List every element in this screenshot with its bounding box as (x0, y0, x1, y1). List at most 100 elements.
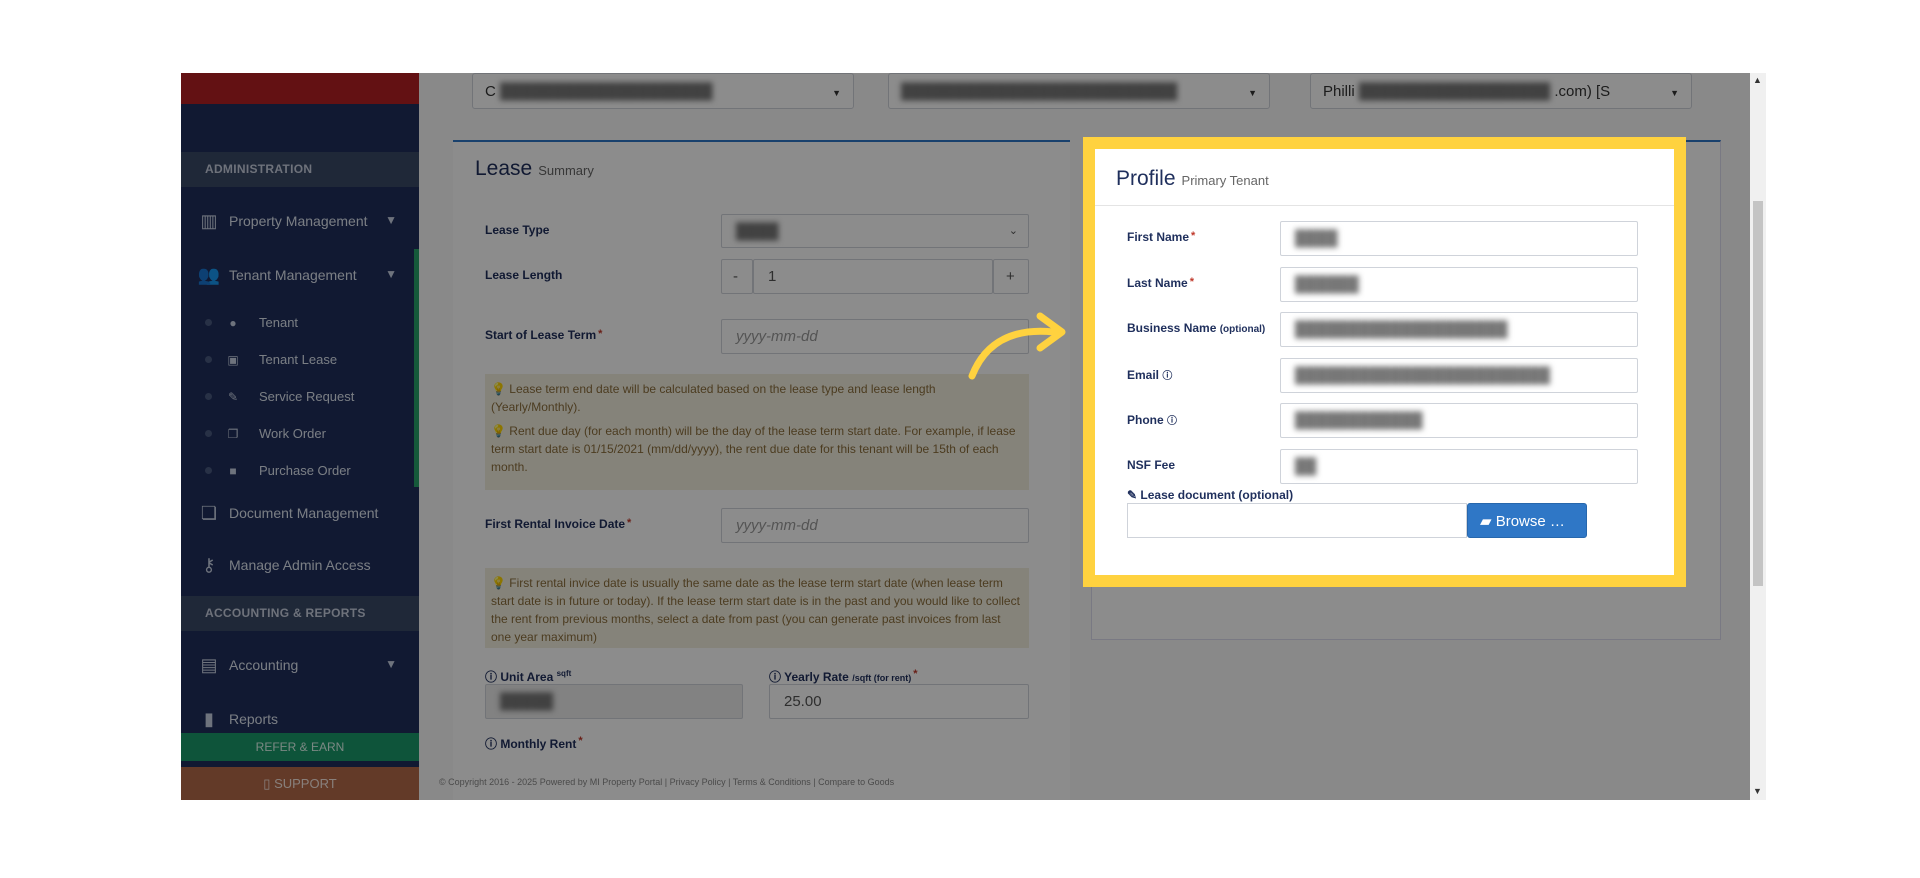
section-administration: ADMINISTRATION (181, 152, 419, 187)
phone-input[interactable]: ████████████ (1280, 403, 1638, 438)
lease-subtitle: Summary (538, 163, 594, 178)
lease-term-note: 💡 Lease term end date will be calculated… (485, 374, 1029, 490)
bullet-dot (205, 467, 212, 474)
profile-subtitle: Primary Tenant (1181, 173, 1269, 188)
yearly-rate-text: Yearly Rate (784, 670, 849, 684)
lease-length-decrement[interactable]: - (721, 259, 753, 294)
question-circle-icon[interactable]: ⓘ (1167, 416, 1177, 427)
key-icon: ⚷ (202, 554, 216, 575)
sidebar-subitem-purchase-order[interactable]: ■ Purchase Order (181, 452, 414, 489)
sidebar-item-property-management[interactable]: ▥ Property Management ▼ (181, 195, 419, 247)
lease-title: Lease Summary (475, 157, 594, 181)
required-marker: * (627, 517, 632, 529)
first-rental-invoice-input[interactable]: yyyy-mm-dd (721, 508, 1029, 543)
required-marker: * (913, 668, 918, 680)
redacted-text: ██ (1295, 458, 1317, 475)
redacted-text: █████ (500, 693, 554, 710)
lease-document-file-input[interactable] (1127, 503, 1467, 538)
sidebar-item-tenant-management[interactable]: 👥 Tenant Management ▼ (181, 249, 419, 301)
lease-type-label: Lease Type (485, 223, 550, 237)
lease-length-increment[interactable]: + (993, 259, 1029, 294)
business-name-input[interactable]: ████████████████████ (1280, 312, 1638, 347)
lease-document-label: ✎ Lease document (optional) (1127, 488, 1293, 502)
sidebar-item-document-management[interactable]: ❏ Document Management (181, 487, 419, 539)
refer-and-earn-button[interactable]: REFER & EARN (181, 733, 419, 761)
bullet-dot (205, 319, 212, 326)
sidebar-subitem-service-request[interactable]: ✎ Service Request (181, 378, 414, 415)
documents-icon: ❏ (200, 502, 218, 523)
last-name-input[interactable]: ██████ (1280, 267, 1638, 302)
unit-area-input[interactable]: █████ (485, 684, 743, 719)
lease-type-select[interactable]: ████ ⌄ (721, 214, 1029, 248)
chevron-down-icon: ▼ (385, 213, 397, 227)
property-select[interactable]: C ████████████████████ ▼ (472, 73, 854, 109)
info-circle-icon: ⓘ (485, 670, 498, 684)
start-lease-term-label: Start of Lease Term * (485, 328, 602, 342)
folder-open-icon: ▰ (1480, 513, 1492, 530)
sidebar-subitem-label: Purchase Order (259, 463, 351, 478)
sidebar-item-label: Document Management (229, 505, 379, 521)
sidebar-item-accounting[interactable]: ▤ Accounting ▼ (181, 639, 419, 691)
callout-arrow (968, 312, 1066, 380)
browse-button[interactable]: ▰ Browse … (1467, 503, 1587, 538)
chevron-down-icon: ⌄ (1008, 225, 1018, 237)
scroll-thumb[interactable] (1753, 201, 1763, 586)
sidebar-item-label: Property Management (229, 213, 368, 229)
nsf-fee-input[interactable]: ██ (1280, 449, 1638, 484)
sidebar-subitem-work-order[interactable]: ❐ Work Order (181, 415, 414, 452)
email-input[interactable]: ████████████████████████ (1280, 358, 1638, 393)
last-name-label: Last Name * (1127, 276, 1194, 290)
unit-area-unit: sqft (556, 669, 572, 678)
tenant-select[interactable]: Philli ██████████████████ .com) [S ▼ (1310, 73, 1692, 109)
lease-length-input[interactable]: 1 (753, 259, 993, 294)
question-circle-icon[interactable]: ⓘ (1162, 371, 1172, 382)
redacted-text: ████ (1295, 230, 1338, 247)
required-marker: * (578, 735, 583, 747)
unit-select[interactable]: ██████████████████████████ ▼ (888, 73, 1270, 109)
wrench-icon: ✎ (227, 389, 239, 404)
yearly-rate-unit: /sqft (for rent) (852, 673, 912, 683)
money-icon: ▤ (200, 654, 218, 675)
book-icon: ▯ (263, 776, 271, 791)
scroll-down-icon[interactable]: ▼ (1753, 786, 1762, 796)
sidebar-item-manage-admin-access[interactable]: ⚷ Manage Admin Access (181, 539, 419, 591)
redacted-text: ████████████████████ (500, 83, 713, 100)
redacted-text: ██████████████████ (1358, 83, 1551, 100)
scroll-up-icon[interactable]: ▲ (1753, 75, 1762, 85)
nsf-fee-label: NSF Fee (1127, 458, 1176, 472)
sidebar-subitem-tenant[interactable]: ● Tenant (181, 304, 414, 341)
redacted-text: ████████████████████ (1295, 321, 1508, 338)
chevron-down-icon: ▼ (385, 267, 397, 281)
info-circle-icon: ⓘ (769, 670, 782, 684)
truck-icon: ■ (229, 463, 237, 478)
lease-document-text: Lease document (optional) (1140, 488, 1294, 502)
redacted-text: ██████████████████████████ (901, 83, 1178, 100)
sidebar-item-label: Manage Admin Access (229, 557, 371, 573)
business-name-label: Business Name (optional) (1127, 321, 1265, 335)
monthly-rent-label: ⓘ Monthly Rent * (485, 735, 583, 752)
yearly-rate-label: ⓘ Yearly Rate /sqft (for rent) * (769, 668, 917, 685)
sidebar-item-label: Tenant Management (229, 267, 357, 283)
tenant-select-prefix: Philli (1323, 83, 1355, 100)
start-lease-term-text: Start of Lease Term (485, 328, 597, 342)
note-text: Lease term end date will be calculated b… (491, 382, 936, 414)
bar-chart-icon: ▮ (204, 708, 214, 729)
lease-panel: Lease Summary Lease Type ████ ⌄ Lease Len… (453, 140, 1070, 800)
sidebar-subitem-tenant-lease[interactable]: ▣ Tenant Lease (181, 341, 414, 378)
yearly-rate-input[interactable]: 25.00 (769, 684, 1029, 719)
email-text: Email (1127, 368, 1160, 382)
unit-area-label: ⓘ Unit Area sqft (485, 668, 571, 685)
paperclip-icon: ✎ (1127, 488, 1138, 502)
bullet-dot (205, 356, 212, 363)
support-button[interactable]: ▯ SUPPORT (181, 767, 419, 800)
scrollbar[interactable]: ▲ ▼ (1750, 73, 1766, 800)
divider (1095, 205, 1674, 206)
phone-text: Phone (1127, 413, 1164, 427)
users-icon: 👥 (197, 264, 221, 285)
monthly-rent-text: Monthly Rent (500, 737, 577, 751)
first-name-input[interactable]: ████ (1280, 221, 1638, 256)
profile-title-text: Profile (1116, 167, 1176, 190)
browse-label: Browse … (1495, 513, 1565, 530)
first-rental-invoice-text: First Rental Invoice Date (485, 517, 626, 531)
user-icon: ● (229, 315, 237, 330)
